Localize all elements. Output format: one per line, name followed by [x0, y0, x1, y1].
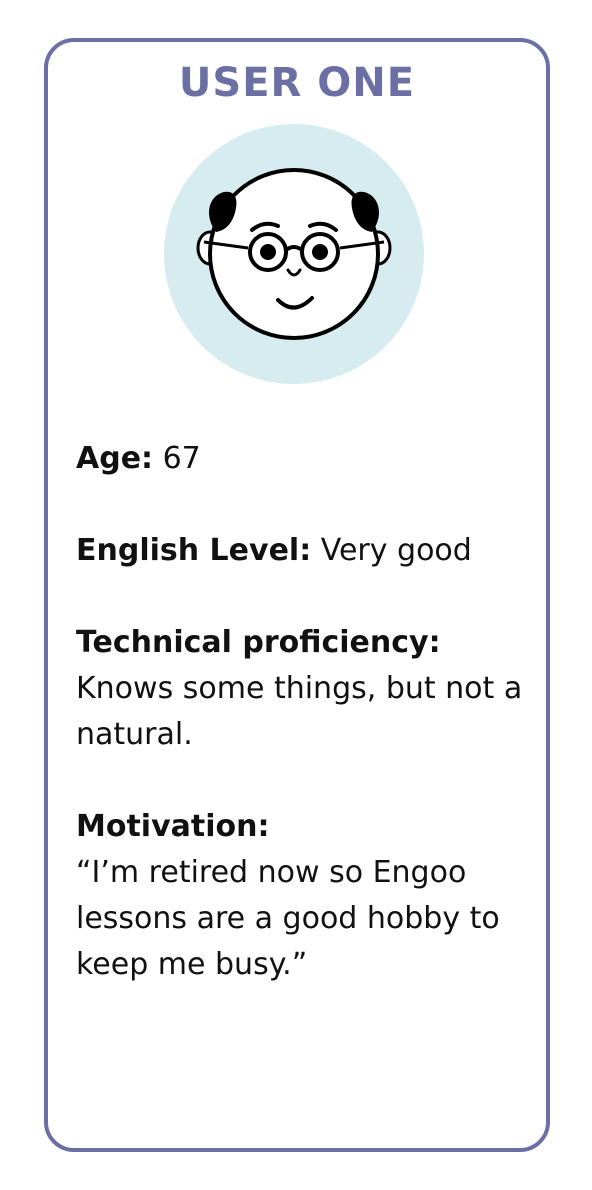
avatar [164, 124, 424, 384]
technical-proficiency-field: Technical proficiency: Knows some things… [76, 620, 526, 758]
english-level-label: English Level: [76, 533, 312, 568]
card-title: USER ONE [178, 60, 416, 106]
age-field: Age: 67 [76, 436, 526, 482]
age-label: Age: [76, 441, 154, 476]
user-persona-card: USER ONE Age: 67 English Level: Very goo… [44, 38, 550, 1152]
bald-man-with-glasses-icon [164, 124, 424, 384]
age-value: 67 [162, 441, 201, 476]
technical-proficiency-value: Knows some things, but not a natural. [76, 671, 523, 752]
technical-proficiency-label: Technical proficiency: [76, 625, 441, 660]
motivation-quote: “I’m retired now so Engoo lessons are a … [76, 855, 500, 982]
motivation-field: Motivation: “I’m retired now so Engoo le… [76, 804, 526, 988]
persona-details: Age: 67 English Level: Very good Technic… [76, 436, 526, 1034]
english-level-field: English Level: Very good [76, 528, 526, 574]
motivation-label: Motivation: [76, 809, 270, 844]
english-level-value: Very good [320, 533, 472, 568]
